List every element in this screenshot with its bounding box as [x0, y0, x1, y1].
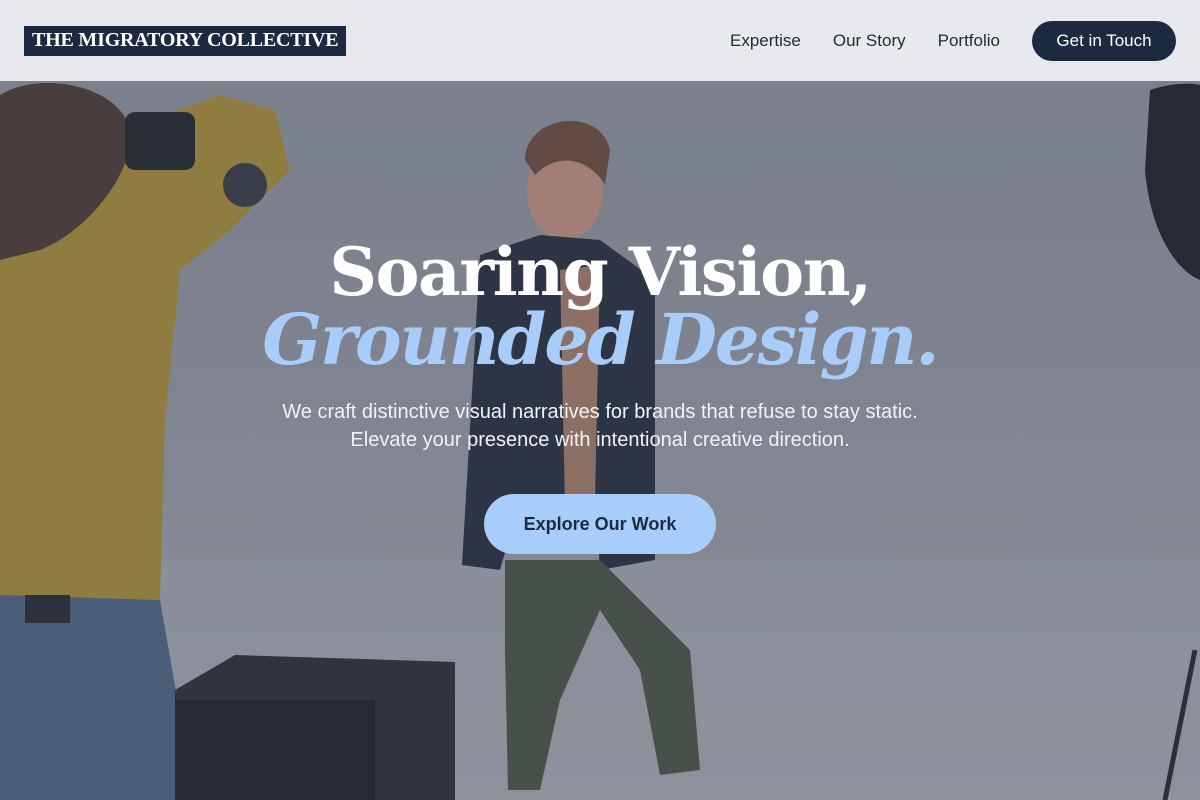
- site-header: THE MIGRATORY COLLECTIVE Expertise Our S…: [0, 0, 1200, 81]
- site-logo[interactable]: THE MIGRATORY COLLECTIVE: [24, 25, 347, 56]
- nav-item-expertise[interactable]: Expertise: [730, 31, 801, 51]
- get-in-touch-button[interactable]: Get in Touch: [1032, 20, 1176, 61]
- main-nav: Expertise Our Story Portfolio Get in Tou…: [730, 20, 1176, 61]
- subtext-line-2: Elevate your presence with intentional c…: [350, 429, 850, 451]
- hero-section: Soaring Vision, Grounded Design. We craf…: [0, 232, 1200, 554]
- subtext-line-1: We craft distinctive visual narratives f…: [282, 401, 918, 423]
- nav-item-our-story[interactable]: Our Story: [833, 31, 906, 51]
- hero-subtext: We craft distinctive visual narratives f…: [0, 398, 1200, 454]
- headline-line-2: Grounded Design.: [262, 298, 939, 381]
- nav-item-portfolio[interactable]: Portfolio: [938, 31, 1000, 51]
- explore-our-work-button[interactable]: Explore Our Work: [484, 494, 716, 554]
- hero-headline: Soaring Vision, Grounded Design.: [0, 232, 1200, 376]
